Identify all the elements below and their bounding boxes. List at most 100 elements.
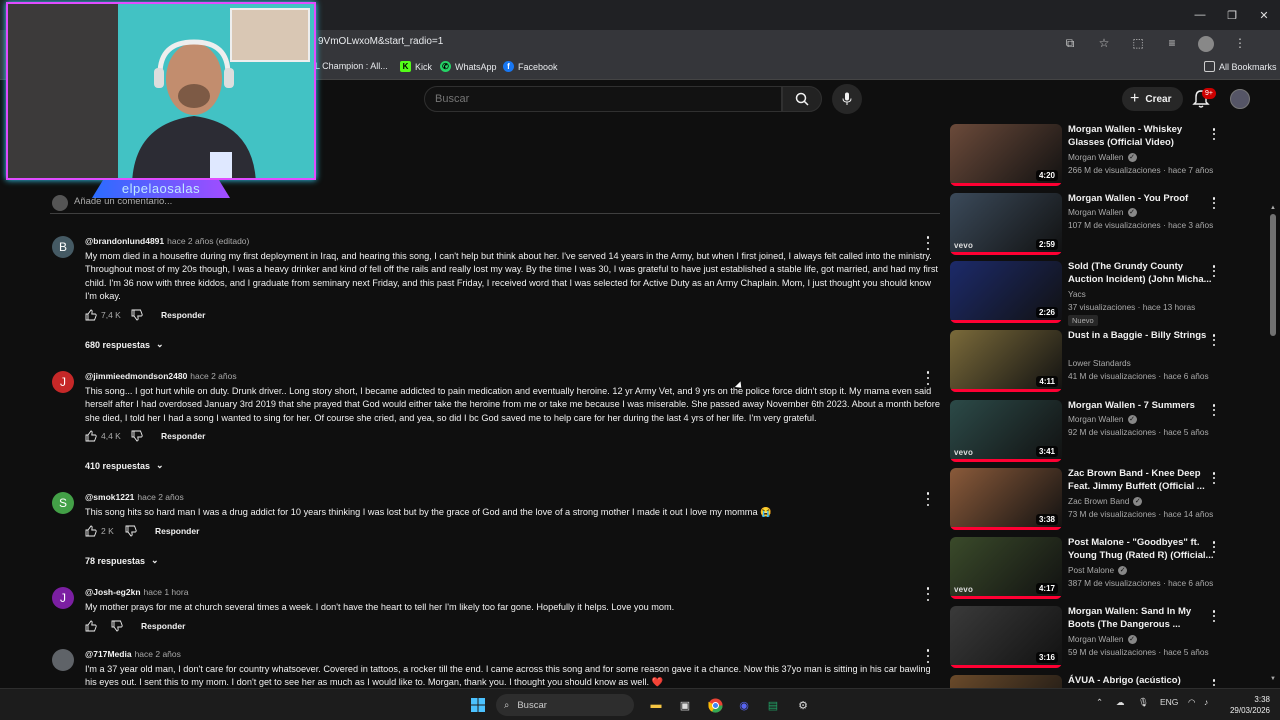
scroll-up-icon[interactable]: ▲ [1270,205,1276,211]
channel-name[interactable]: Yacs [1068,289,1086,299]
video-title[interactable]: Morgan Wallen - You Proof [1068,193,1218,206]
replies-toggle[interactable]: 78 respuestas ⌄ [85,555,159,566]
comment-menu-icon[interactable] [924,492,932,506]
create-button[interactable]: + Crear [1122,87,1184,111]
like-icon[interactable] [85,430,97,442]
video-menu-icon[interactable] [1212,541,1216,553]
video-title[interactable]: Morgan Wallen - 7 Summers [1068,400,1218,413]
comment-menu-icon[interactable] [924,236,932,250]
reply-button[interactable]: Responder [161,431,205,441]
all-bookmarks[interactable]: All Bookmarks [1204,61,1277,72]
video-title[interactable]: Morgan Wallen - Whiskey Glasses (Officia… [1068,124,1218,149]
bookmark-whatsapp[interactable]: ✆ WhatsApp [440,61,497,72]
comment-time[interactable]: hace 2 años (editado) [167,236,249,246]
reply-button[interactable]: Responder [141,621,185,631]
comment-avatar[interactable]: B [52,236,74,258]
restore-icon[interactable]: ❐ [1216,0,1248,30]
dislike-icon[interactable] [111,620,123,632]
taskbar-search[interactable]: ⌕ Buscar [496,694,634,716]
video-thumbnail[interactable]: 4:20 [950,124,1062,186]
comment-menu-icon[interactable] [924,649,932,663]
video-thumbnail[interactable]: vevo 3:41 [950,400,1062,462]
video-title[interactable]: Post Malone - "Goodbyes" ft. Young Thug … [1068,537,1218,562]
browser-menu-icon[interactable]: ⋮ [1230,33,1250,53]
video-menu-icon[interactable] [1212,610,1216,622]
discord-icon[interactable]: ◉ [735,696,753,714]
onedrive-icon[interactable]: ☁ [1116,697,1125,708]
account-avatar[interactable] [1230,89,1250,109]
video-menu-icon[interactable] [1212,197,1216,209]
mic-tray-icon[interactable]: 🎙 [1138,697,1149,708]
video-title[interactable]: Sold (The Grundy County Auction Incident… [1068,261,1218,286]
video-menu-icon[interactable] [1212,404,1216,416]
scroll-down-icon[interactable]: ▼ [1270,676,1276,682]
recommended-video[interactable]: 2:26 Sold (The Grundy County Auction Inci… [950,261,1250,326]
minimize-icon[interactable]: — [1184,0,1216,30]
comment-avatar[interactable]: J [52,587,74,609]
channel-name[interactable]: Morgan Wallen ✓ [1068,634,1137,644]
bookmark-facebook[interactable]: f Facebook [503,61,558,72]
video-title[interactable]: Morgan Wallen: Sand In My Boots (The Dan… [1068,606,1218,631]
comment-author[interactable]: @brandonlund4891 [85,236,164,246]
tray-chevron-icon[interactable]: ⌃ [1096,697,1103,708]
scrollbar-thumb[interactable] [1270,214,1276,336]
recommended-video[interactable]: 3:16 Morgan Wallen: Sand In My Boots (The… [950,606,1250,670]
store-icon[interactable]: ▣ [676,696,694,714]
video-title[interactable]: ÁVUA - Abrigo (acústico) [1068,675,1218,688]
video-thumbnail[interactable]: 3:38 [950,468,1062,530]
channel-name[interactable]: Morgan Wallen ✓ [1068,414,1137,424]
video-title[interactable]: Zac Brown Band - Knee Deep Feat. Jimmy B… [1068,468,1218,493]
wifi-icon[interactable]: ◠ [1188,697,1195,708]
like-icon[interactable] [85,620,97,632]
video-thumbnail[interactable]: 2:26 [950,261,1062,323]
url-text[interactable]: 9VmOLwxoM&start_radio=1 [318,36,443,47]
dislike-icon[interactable] [131,430,143,442]
media-icon[interactable]: ≡ [1162,33,1182,53]
recommended-video[interactable]: 4:11 Dust in a Baggie - Billy Strings Lowe… [950,330,1250,394]
bookmark-kick[interactable]: K Kick [400,61,432,72]
comment-author[interactable]: @jimmieedmondson2480 [85,371,187,381]
comment-menu-icon[interactable] [924,371,932,385]
search-button[interactable] [782,86,822,112]
replies-toggle[interactable]: 410 respuestas ⌄ [85,460,164,471]
dislike-icon[interactable] [131,309,143,321]
recommended-video[interactable]: vevo 2:59 Morgan Wallen - You Proof Morgan … [950,193,1250,257]
video-menu-icon[interactable] [1212,128,1216,140]
add-comment[interactable]: Añade un comentario... [50,195,940,214]
video-menu-icon[interactable] [1212,265,1216,277]
channel-name[interactable]: Morgan Wallen ✓ [1068,152,1137,162]
profile-icon[interactable] [1196,33,1216,53]
search-input[interactable] [435,93,765,105]
bookmark-champion[interactable]: oL Champion : All... [310,61,388,71]
video-title[interactable]: Dust in a Baggie - Billy Strings [1068,330,1218,343]
star-icon[interactable]: ☆ [1094,33,1114,53]
excel-icon[interactable]: ▤ [764,696,782,714]
video-thumbnail[interactable]: vevo 4:17 [950,537,1062,599]
comment-avatar[interactable] [52,649,74,671]
comment-time[interactable]: hace 2 años [190,371,236,381]
chrome-icon[interactable] [706,696,724,714]
voice-search-button[interactable] [832,84,862,114]
cast-icon[interactable]: ⧉ [1060,33,1080,53]
replies-toggle[interactable]: 680 respuestas ⌄ [85,339,164,350]
channel-name[interactable]: Morgan Wallen ✓ [1068,207,1137,217]
close-icon[interactable]: ✕ [1248,0,1280,30]
like-icon[interactable] [85,525,97,537]
recommended-video[interactable]: vevo 3:41 Morgan Wallen - 7 Summers Morgan … [950,400,1250,464]
video-thumbnail[interactable]: vevo 2:59 [950,193,1062,255]
language-indicator[interactable]: ENG [1160,697,1178,707]
recommended-video[interactable]: 4:20 Morgan Wallen - Whiskey Glasses (Off… [950,124,1250,188]
like-icon[interactable] [85,309,97,321]
channel-name[interactable]: Lower Standards [1068,358,1131,368]
extensions-icon[interactable]: ⬚ [1128,33,1148,53]
channel-name[interactable]: Post Malone ✓ [1068,565,1128,575]
windows-start-icon[interactable] [469,696,487,714]
settings-icon[interactable]: ⚙ [794,696,812,714]
comment-avatar[interactable]: J [52,371,74,393]
reply-button[interactable]: Responder [161,310,205,320]
video-thumbnail[interactable]: 3:16 [950,606,1062,668]
comment-time[interactable]: hace 1 hora [144,587,189,597]
comment-time[interactable]: hace 2 años [137,492,183,502]
channel-name[interactable]: Zac Brown Band ✓ [1068,496,1143,506]
comment-menu-icon[interactable] [924,587,932,601]
